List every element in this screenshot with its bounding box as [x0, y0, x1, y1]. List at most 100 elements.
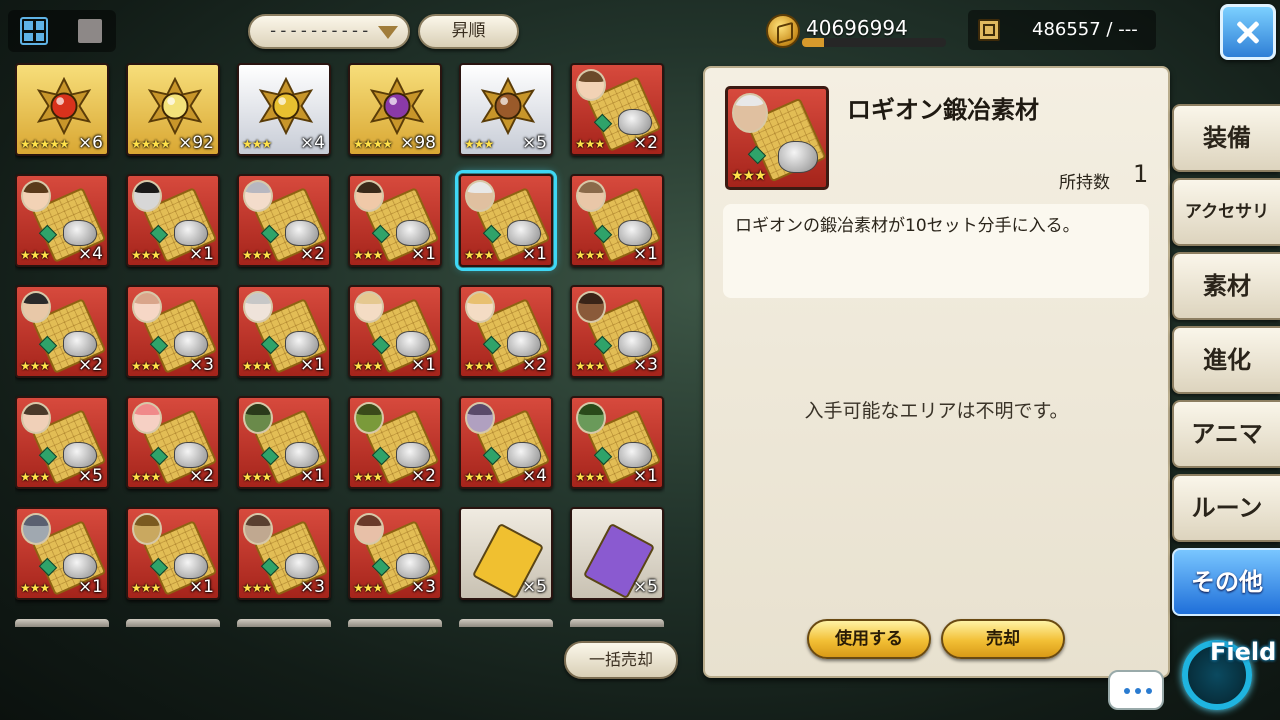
inventory-item[interactable]: ★★★ ×1: [15, 507, 109, 600]
field-button[interactable]: Field: [1172, 630, 1280, 720]
character-portrait-icon: [465, 291, 495, 323]
tab-4[interactable]: アニマ: [1172, 400, 1280, 468]
item-detail-panel: ★★★ ロギオン鍛冶素材 所持数 1 ロギオンの鍛冶素材が10セット分手に入る。…: [703, 66, 1170, 678]
ore-icon: [618, 109, 652, 135]
item-quantity: ×3: [188, 355, 214, 375]
inventory-item[interactable]: ★★★ ×1: [237, 285, 331, 378]
character-portrait-icon: [243, 180, 273, 212]
ore-icon: [174, 442, 208, 468]
rarity-stars: ★★★★: [353, 137, 393, 151]
inventory-item-partial[interactable]: [15, 619, 109, 627]
inventory-item-partial[interactable]: [126, 619, 220, 627]
item-quantity: ×5: [521, 133, 547, 153]
item-quantity: ×5: [632, 577, 658, 597]
ore-icon: [174, 553, 208, 579]
inventory-item[interactable]: ★★★★ ×92: [126, 63, 220, 156]
inventory-item[interactable]: ★★★ ×1: [570, 174, 664, 267]
character-portrait-icon: [21, 402, 51, 434]
inventory-item[interactable]: ★★★ ×3: [348, 507, 442, 600]
rarity-stars: ★★★: [20, 581, 50, 595]
character-portrait-icon: [354, 402, 384, 434]
inventory-item[interactable]: ★★★ ×1: [348, 285, 442, 378]
inventory-item[interactable]: ★★★ ×2: [570, 63, 664, 156]
list-view-icon[interactable]: [78, 19, 102, 43]
chevron-down-icon: [378, 26, 398, 39]
chat-button[interactable]: [1108, 670, 1164, 710]
inventory-item[interactable]: ★★★ ×1: [455, 170, 557, 271]
character-portrait-icon: [243, 291, 273, 323]
ore-icon: [63, 553, 97, 579]
ore-icon: [396, 442, 430, 468]
sort-order-button[interactable]: 昇順: [418, 14, 519, 49]
item-grid[interactable]: ★★★★★ ×6 ★★★★ ×92 ★★★ ×4 ★★★★ ×98 ★★★ ×5 ★★★ ×2 ★★★ ×…: [15, 63, 665, 628]
inventory-item[interactable]: ★★★ ×2: [15, 285, 109, 378]
inventory-item[interactable]: ★★★ ×2: [348, 396, 442, 489]
inventory-item[interactable]: ×5: [459, 507, 553, 600]
inventory-item[interactable]: ★★★ ×3: [570, 285, 664, 378]
item-quantity: ×1: [521, 244, 547, 264]
inventory-item[interactable]: ★★★ ×1: [237, 396, 331, 489]
inventory-item[interactable]: ★★★ ×1: [126, 174, 220, 267]
inventory-item[interactable]: ★★★ ×4: [237, 63, 331, 156]
gold-coin-icon: [766, 14, 800, 48]
inventory-item[interactable]: ★★★ ×1: [348, 174, 442, 267]
rarity-stars: ★★★: [464, 470, 494, 484]
rarity-stars: ★★★: [464, 359, 494, 373]
rarity-stars: ★★★: [131, 581, 161, 595]
inventory-item[interactable]: ★★★ ×1: [570, 396, 664, 489]
tab-5[interactable]: ルーン: [1172, 474, 1280, 542]
bulk-sell-button[interactable]: 一括売却: [564, 641, 678, 679]
inventory-item[interactable]: ★★★ ×4: [15, 174, 109, 267]
tab-2[interactable]: 素材: [1172, 252, 1280, 320]
character-portrait-icon: [576, 402, 606, 434]
ore-icon: [507, 442, 541, 468]
inventory-item[interactable]: ★★★ ×2: [459, 285, 553, 378]
rarity-stars: ★★★: [464, 137, 494, 151]
chat-dot-icon: [1124, 688, 1130, 694]
inventory-item[interactable]: ★★★ ×3: [126, 285, 220, 378]
grid-view-icon[interactable]: [20, 17, 48, 45]
use-button[interactable]: 使用する: [807, 619, 931, 659]
material-scroll-icon: [978, 19, 1000, 41]
item-quantity: ×2: [188, 466, 214, 486]
inventory-item[interactable]: ★★★ ×2: [126, 396, 220, 489]
rarity-stars: ★★★: [242, 248, 272, 262]
inventory-item[interactable]: ★★★ ×5: [15, 396, 109, 489]
inventory-item[interactable]: ★★★ ×5: [459, 63, 553, 156]
inventory-item-partial[interactable]: [237, 619, 331, 627]
tab-3[interactable]: 進化: [1172, 326, 1280, 394]
rarity-stars: ★★★: [131, 359, 161, 373]
inventory-item[interactable]: ★★★★★ ×6: [15, 63, 109, 156]
inventory-item[interactable]: ×5: [570, 507, 664, 600]
item-quantity: ×4: [521, 466, 547, 486]
inventory-item[interactable]: ★★★ ×1: [126, 507, 220, 600]
character-portrait-icon: [465, 402, 495, 434]
ore-icon: [507, 331, 541, 357]
character-portrait-icon: [576, 291, 606, 323]
rarity-stars: ★★★: [575, 359, 605, 373]
inventory-item[interactable]: ★★★★ ×98: [348, 63, 442, 156]
inventory-item[interactable]: ★★★ ×3: [237, 507, 331, 600]
item-quantity: ×4: [77, 244, 103, 264]
inventory-item[interactable]: ★★★ ×2: [237, 174, 331, 267]
inventory-item-partial[interactable]: [570, 619, 664, 627]
filter-dropdown[interactable]: ----------: [248, 14, 410, 49]
tab-6[interactable]: その他: [1172, 548, 1280, 616]
ore-icon: [396, 553, 430, 579]
item-quantity: ×5: [521, 577, 547, 597]
close-button[interactable]: [1220, 4, 1276, 60]
rarity-stars: ★★★: [131, 248, 161, 262]
gold-amount: 40696994: [806, 16, 908, 40]
inventory-item-partial[interactable]: [459, 619, 553, 627]
item-quantity: ×3: [299, 577, 325, 597]
inventory-item-partial[interactable]: [348, 619, 442, 627]
item-quantity: ×5: [77, 466, 103, 486]
character-portrait-icon: [576, 69, 606, 101]
character-portrait-icon: [732, 93, 768, 133]
tab-0[interactable]: 装備: [1172, 104, 1280, 172]
tab-1[interactable]: アクセサリ: [1172, 178, 1280, 246]
evolution-orb-icon: [480, 77, 536, 135]
sell-button[interactable]: 売却: [941, 619, 1065, 659]
item-quantity: ×1: [77, 577, 103, 597]
inventory-item[interactable]: ★★★ ×4: [459, 396, 553, 489]
